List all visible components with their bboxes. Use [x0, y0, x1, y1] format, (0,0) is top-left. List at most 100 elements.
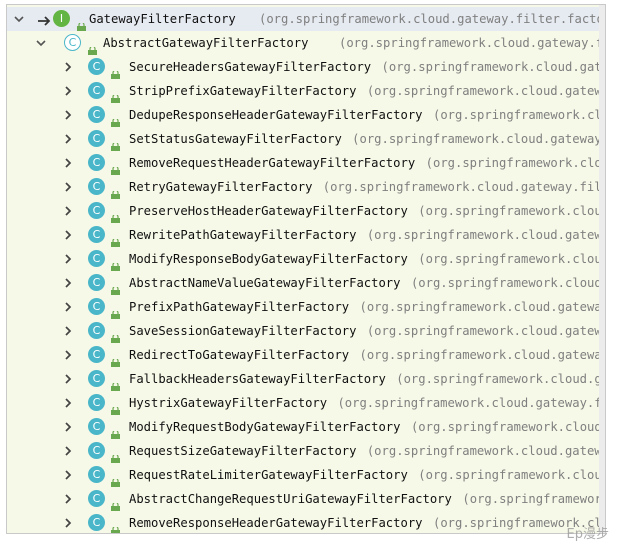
lock-icon — [111, 135, 120, 151]
class-name: RewritePathGatewayFilterFactory — [129, 228, 357, 242]
implements-arrow-icon — [37, 12, 53, 26]
chevron-right-icon[interactable] — [62, 493, 74, 505]
tree-row-child[interactable]: C StripPrefixGatewayFilterFactory (org.spr… — [7, 79, 605, 103]
class-package: (org.springframework.cloud.gateway.filte… — [381, 60, 606, 74]
chevron-right-icon[interactable] — [62, 373, 74, 385]
class-package: (org.springframework.cloud.gateway.filte… — [352, 132, 605, 146]
tree-row-root[interactable]: I GatewayFilterFactory (org.springframew… — [7, 7, 606, 31]
class-package: (org.springframework.cloud.gateway.filte… — [366, 84, 605, 98]
class-name: FallbackHeadersGatewayFilterFactory — [129, 372, 386, 386]
class-icon: C — [88, 274, 105, 291]
tree-row-child[interactable]: C PrefixPathGatewayFilterFactory (org.spri… — [7, 295, 606, 319]
root-package: (org.springframework.cloud.gateway.filte… — [259, 12, 606, 26]
chevron-right-icon[interactable] — [62, 85, 74, 97]
tree-row-child[interactable]: C AbstractChangeRequestUriGatewayFilterFa… — [7, 487, 605, 511]
class-icon: C — [88, 226, 105, 243]
tree-row-child[interactable]: C RequestSizeGatewayFilterFactory (org.spr… — [7, 439, 605, 463]
lock-icon — [111, 447, 120, 463]
class-name: HystrixGatewayFilterFactory — [129, 396, 328, 410]
chevron-right-icon[interactable] — [62, 109, 74, 121]
lock-icon — [111, 111, 120, 127]
chevron-right-icon[interactable] — [62, 517, 74, 529]
chevron-right-icon[interactable] — [62, 325, 74, 337]
class-package: (org.springframework.cloud.gateway.filte… — [359, 348, 606, 362]
chevron-right-icon[interactable] — [62, 469, 74, 481]
class-icon: C — [88, 346, 105, 363]
chevron-right-icon[interactable] — [62, 277, 74, 289]
tree-row-child[interactable]: C SecureHeadersGatewayFilterFactory (org.s… — [7, 55, 606, 79]
lock-icon — [111, 471, 120, 487]
class-name: ModifyRequestBodyGatewayFilterFactory — [129, 420, 401, 434]
class-icon: C — [88, 154, 105, 171]
lock-icon — [88, 39, 97, 55]
lock-icon — [111, 327, 120, 343]
class-icon: C — [88, 82, 105, 99]
tree-row-child[interactable]: C DedupeResponseHeaderGatewayFilterFactor… — [7, 103, 605, 127]
chevron-right-icon[interactable] — [62, 397, 74, 409]
lock-icon — [111, 519, 120, 533]
class-icon: C — [88, 490, 105, 507]
class-icon: C — [88, 106, 105, 123]
tree-row-child[interactable]: C ModifyResponseBodyGatewayFilterFactory (… — [7, 247, 605, 271]
tree-row-child[interactable]: C AbstractNameValueGatewayFilterFactory (o… — [7, 271, 605, 295]
chevron-right-icon[interactable] — [62, 61, 74, 73]
class-name: AbstractNameValueGatewayFilterFactory — [129, 276, 401, 290]
lock-icon — [111, 423, 120, 439]
chevron-right-icon[interactable] — [62, 181, 74, 193]
class-name: RequestSizeGatewayFilterFactory — [129, 444, 357, 458]
chevron-right-icon[interactable] — [62, 349, 74, 361]
lock-icon — [111, 87, 120, 103]
class-package: (org.springframework.cloud.gateway.filte… — [418, 468, 605, 482]
abstract-package: (org.springframework.cloud.gateway.filte… — [339, 36, 606, 50]
lock-icon — [111, 231, 120, 247]
lock-icon — [111, 183, 120, 199]
tree-row-child[interactable]: C RewritePathGatewayFilterFactory (org.spr… — [7, 223, 605, 247]
class-package: (org.springframework.cloud.gateway.filte… — [410, 420, 605, 434]
tree-row-child[interactable]: C RemoveResponseHeaderGatewayFilterFactor… — [7, 511, 605, 533]
watermark: Ep漫步 — [566, 527, 609, 542]
class-icon: C — [88, 514, 105, 531]
class-icon: C — [88, 322, 105, 339]
chevron-right-icon[interactable] — [62, 421, 74, 433]
class-package: (org.springframework.cloud.gateway.filte… — [418, 252, 605, 266]
class-icon: C — [88, 202, 105, 219]
class-name: AbstractChangeRequestUriGatewayFilterFac… — [129, 492, 452, 506]
class-name: RedirectToGatewayFilterFactory — [129, 348, 350, 362]
abstract-name: AbstractGatewayFilterFactory — [103, 36, 309, 50]
tree-row-child[interactable]: C FallbackHeadersGatewayFilterFactory (org… — [7, 367, 605, 391]
tree-row-child[interactable]: C HystrixGatewayFilterFactory (org.springf… — [7, 391, 606, 415]
chevron-right-icon[interactable] — [62, 205, 74, 217]
tree-row-child[interactable]: C RedirectToGatewayFilterFactory (org.spri… — [7, 343, 606, 367]
tree-row-child[interactable]: C RemoveRequestHeaderGatewayFilterFactory… — [7, 151, 605, 175]
class-icon: C — [88, 130, 105, 147]
tree-row-child[interactable]: C SetStatusGatewayFilterFactory (org.sprin… — [7, 127, 605, 151]
class-package: (org.springframework.cloud.gateway.filte… — [337, 396, 606, 410]
lock-icon — [111, 63, 120, 79]
chevron-right-icon[interactable] — [62, 253, 74, 265]
tree-row-child[interactable]: C RetryGatewayFilterFactory (org.springfra… — [7, 175, 605, 199]
lock-icon — [111, 255, 120, 271]
abstract-class-icon: C — [64, 34, 81, 51]
class-name: RemoveRequestHeaderGatewayFilterFactory — [129, 156, 416, 170]
chevron-down-icon[interactable] — [13, 13, 25, 25]
tree-row-child[interactable]: C SaveSessionGatewayFilterFactory (org.spr… — [7, 319, 605, 343]
chevron-right-icon[interactable] — [62, 445, 74, 457]
lock-icon — [77, 15, 86, 31]
chevron-right-icon[interactable] — [62, 157, 74, 169]
class-icon: C — [88, 466, 105, 483]
class-name: PrefixPathGatewayFilterFactory — [129, 300, 350, 314]
tree-row-child[interactable]: C ModifyRequestBodyGatewayFilterFactory (o… — [7, 415, 605, 439]
vertical-scrollbar[interactable] — [599, 5, 605, 533]
lock-icon — [111, 375, 120, 391]
tree-row-child[interactable]: C RequestRateLimiterGatewayFilterFactory (… — [7, 463, 605, 487]
chevron-right-icon[interactable] — [62, 301, 74, 313]
tree-row-child[interactable]: C PreserveHostHeaderGatewayFilterFactory (… — [7, 199, 605, 223]
tree-row-abstract[interactable]: C AbstractGatewayFilterFactory (org.spri… — [7, 31, 606, 55]
chevron-down-icon[interactable] — [35, 37, 47, 49]
class-package: (org.springframework.cloud.gateway.filte… — [359, 300, 606, 314]
interface-icon: I — [53, 10, 70, 27]
chevron-right-icon[interactable] — [62, 133, 74, 145]
class-name: SecureHeadersGatewayFilterFactory — [129, 60, 372, 74]
class-icon: C — [88, 418, 105, 435]
chevron-right-icon[interactable] — [62, 229, 74, 241]
